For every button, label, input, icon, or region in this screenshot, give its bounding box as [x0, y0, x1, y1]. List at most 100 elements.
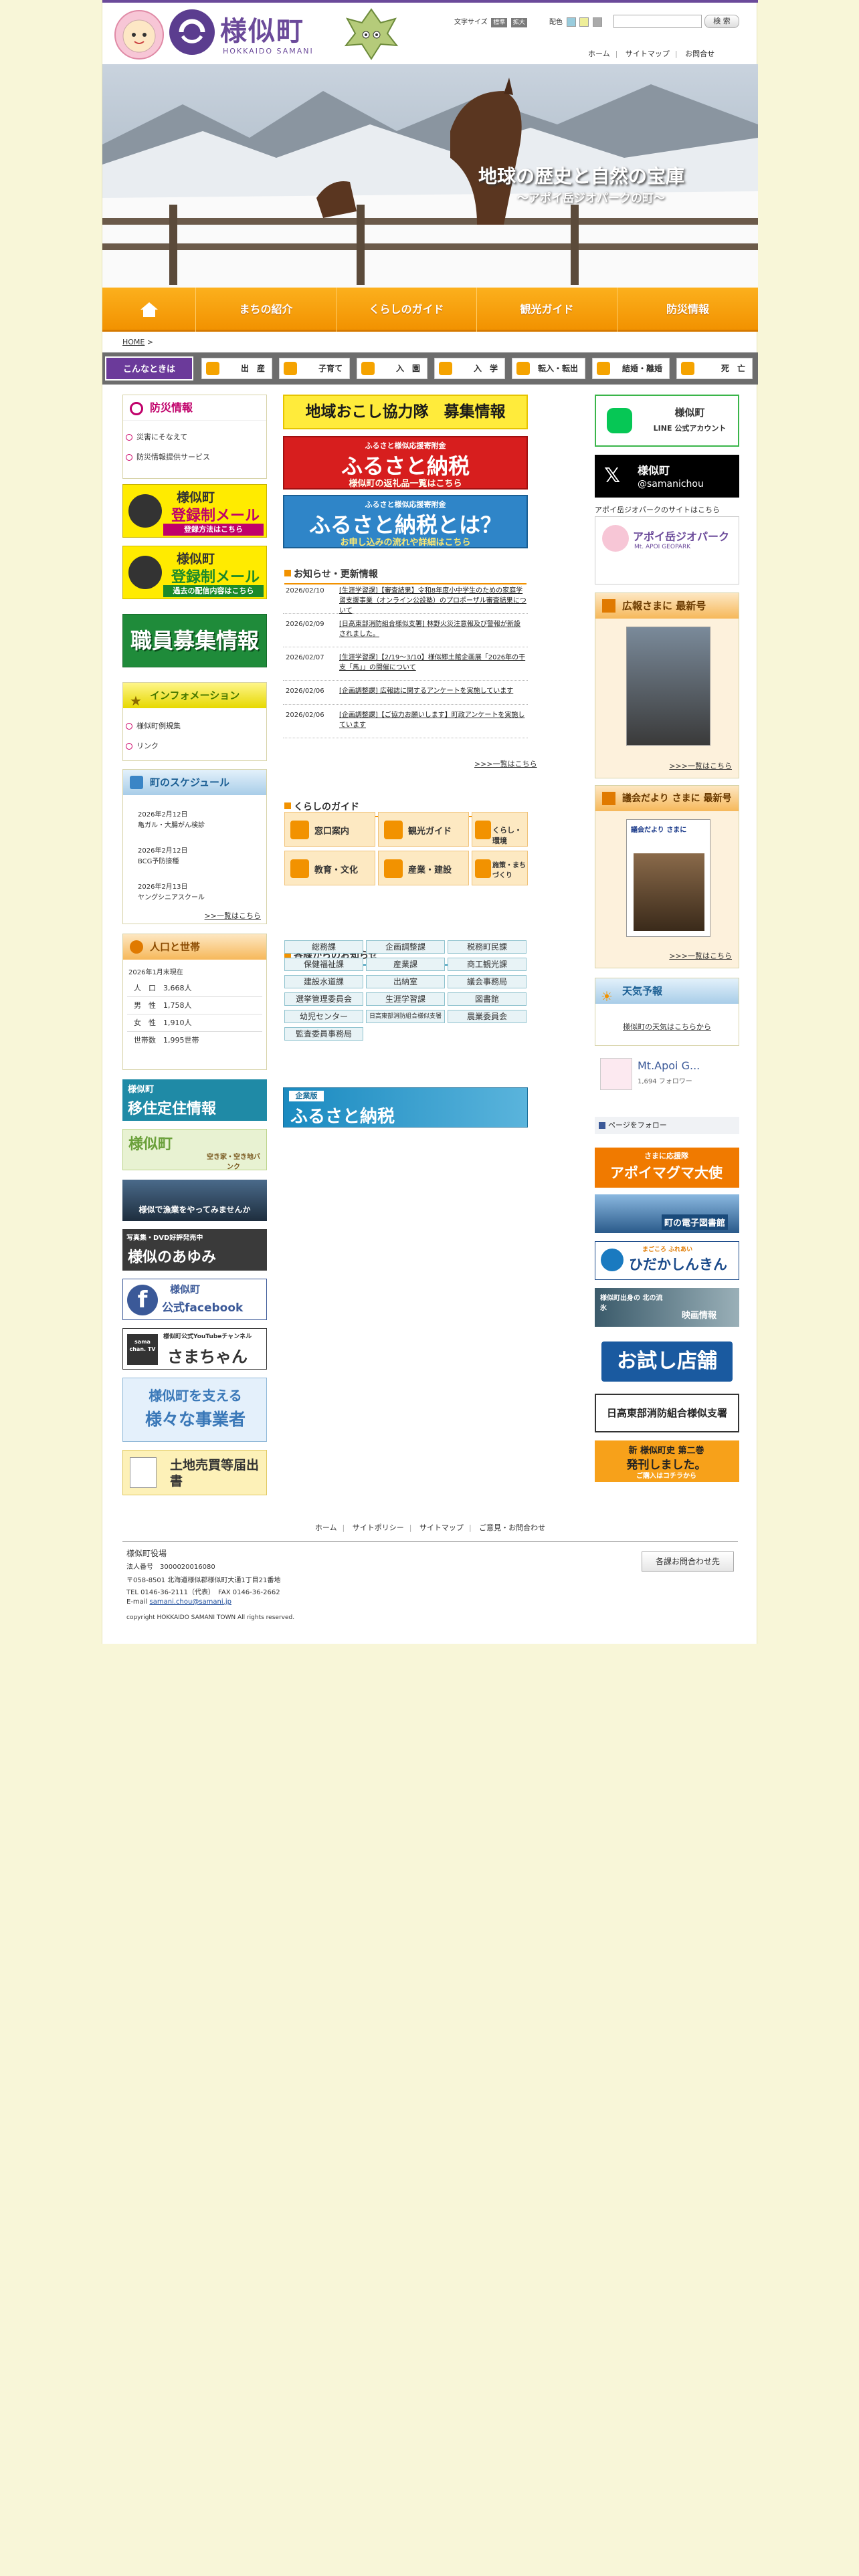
shinkin-banner[interactable]: まごころ ふれあい ひだかしんきん [595, 1241, 739, 1280]
bousai-link-prepare[interactable]: 災害にそなえて [123, 431, 266, 442]
dept-link[interactable]: 総務課 [284, 940, 363, 954]
apoimagma-banner[interactable]: さまに応援隊 アポイマグマ大使 [595, 1148, 739, 1188]
koho-cover-image[interactable] [626, 627, 710, 746]
furusato-corporate-banner[interactable]: 企業版 ふるさと納税 [283, 1087, 528, 1128]
youtube-banner[interactable]: sama chan. TV 様似町公式YouTubeチャンネル さまちゃん [122, 1328, 267, 1370]
news-item-link[interactable]: [生涯学習課]【2/19〜3/10】様似郷土館企画展「2026年の干支「馬」」の… [339, 653, 527, 673]
news-item-link[interactable]: [生涯学習課]【審査結果】令和8年度小中学生のための家庭学習支援事業（オンライン… [339, 586, 527, 616]
kyoryoku-banner[interactable]: 地域おこし協力隊 募集情報 [283, 395, 528, 429]
footer-email-link[interactable]: samani.chou@samani.jp [150, 1598, 231, 1606]
bousai-link-service[interactable]: 防災情報提供サービス [123, 451, 266, 462]
font-size-standard-button[interactable]: 標準 [491, 18, 508, 27]
fishery-banner[interactable]: 様似で漁業をやってみませんか [122, 1180, 267, 1221]
dept-link[interactable]: 選挙管理委員会 [284, 992, 363, 1006]
footer-link-policy[interactable]: サイトポリシー [353, 1523, 404, 1532]
x-banner[interactable]: 𝕏 様似町 @samanichou [595, 455, 739, 498]
dept-link[interactable]: 税務町民課 [448, 940, 527, 954]
dept-link[interactable]: 企画調整課 [366, 940, 445, 954]
nav-home[interactable] [102, 288, 196, 332]
dept-link[interactable]: 日高東部消防組合様似支署 [366, 1010, 445, 1023]
color-blue-button[interactable] [566, 17, 576, 27]
footer-link-home[interactable]: ホーム [315, 1523, 337, 1532]
header-link-sitemap[interactable]: サイトマップ [626, 49, 670, 58]
weather-link[interactable]: 様似町の天気はこちらから [595, 1021, 739, 1032]
fb-page-name[interactable]: Mt.Apoi G... [638, 1059, 700, 1072]
life-marriage-button[interactable]: 結婚・離婚 [592, 358, 670, 379]
mail-register-banner[interactable]: 様似町 登録制メール 登録方法はこちら [122, 484, 267, 538]
life-birth-button[interactable]: 出 産 [201, 358, 272, 379]
dept-link[interactable]: 生涯学習課 [366, 992, 445, 1006]
header-link-contact[interactable]: お問合せ [685, 49, 714, 58]
dept-link[interactable]: 幼児センター [284, 1010, 363, 1023]
font-size-large-button[interactable]: 拡大 [510, 18, 527, 27]
life-death-button[interactable]: 死 亡 [676, 358, 753, 379]
gikai-cover-image[interactable]: 議会だより さまに [626, 819, 710, 937]
contact-list-button[interactable]: 各課お問合わせ先 [642, 1551, 734, 1572]
dept-link[interactable]: 図書館 [448, 992, 527, 1006]
search-input[interactable] [613, 15, 702, 28]
schedule-more-link[interactable]: >>一覧はこちら [205, 910, 261, 921]
recruit-banner[interactable]: 職員募集情報 [122, 614, 267, 667]
news-item-link[interactable]: [企画調整課]【ご協力お願いします】町政アンケートを実施しています [339, 710, 527, 730]
header-link-home[interactable]: ホーム [588, 49, 610, 58]
life-moving-button[interactable]: 転入・転出 [512, 358, 585, 379]
mail-archive-banner[interactable]: 様似町 登録制メール 過去の配信内容はこちら [122, 546, 267, 599]
dept-link[interactable]: 保健福祉課 [284, 958, 363, 971]
life-kindergarten-button[interactable]: 入 園 [357, 358, 427, 379]
fb-page-avatar[interactable] [600, 1058, 632, 1090]
gikai-more-link[interactable]: >>>一覧はこちら [669, 950, 732, 961]
choshi-banner[interactable]: 新 様似町史 第二巻 発刊しました。 ご購入はコチラから [595, 1440, 739, 1482]
shobo-banner[interactable]: 日高東部消防組合様似支署 [595, 1394, 739, 1432]
footer-link-contact[interactable]: ご意見・お問合わせ [479, 1523, 545, 1532]
facebook-banner[interactable]: f 様似町 公式facebook [122, 1279, 267, 1320]
guide-counter[interactable]: 窓口案内 [284, 812, 375, 847]
land-banner[interactable]: 土地売買等届出書 [122, 1450, 267, 1495]
guide-policy[interactable]: 施策・まちづくり [472, 851, 528, 885]
breadcrumb-home[interactable]: HOME [122, 338, 145, 346]
schedule-item[interactable]: ヤングシニアスクール [138, 891, 205, 901]
color-yellow-button[interactable] [579, 17, 589, 27]
guide-education[interactable]: 教育・文化 [284, 851, 375, 885]
schedule-item[interactable]: 亀ガル・大腸がん検診 [138, 819, 205, 829]
town-name-logo[interactable]: 様似町 [220, 9, 304, 48]
news-item-link[interactable]: [企画調整課] 広報誌に関するアンケートを実施しています [339, 686, 527, 696]
guide-industry[interactable]: 産業・建設 [378, 851, 469, 885]
life-school-button[interactable]: 入 学 [434, 358, 505, 379]
koho-more-link[interactable]: >>>一覧はこちら [669, 760, 732, 771]
guide-tourism[interactable]: 観光ガイド [378, 812, 469, 847]
otameshi-banner[interactable]: お試し店舗 [595, 1335, 739, 1387]
dept-link[interactable]: 監査委員事務局 [284, 1027, 363, 1041]
movie-banner[interactable]: 様似町出身の 北の流氷 映画情報 [595, 1288, 739, 1327]
guide-living[interactable]: くらし・環境 [472, 812, 528, 847]
color-gray-button[interactable] [592, 17, 602, 27]
dept-link[interactable]: 議会事務局 [448, 975, 527, 988]
library-banner[interactable]: 町の電子図書館 [595, 1194, 739, 1233]
fb-follow-button[interactable]: ページをフォロー [595, 1117, 739, 1134]
dept-link[interactable]: 産業課 [366, 958, 445, 971]
business-banner[interactable]: 様似町を支える 様々な事業者 [122, 1378, 267, 1442]
furusato-about-banner[interactable]: ふるさと様似応援寄附金 ふるさと納税とは？ お申し込みの流れや詳細はこちら [283, 495, 528, 548]
akiya-banner[interactable]: 様似町 空き家・空き地バンク [122, 1129, 267, 1171]
news-item-link[interactable]: [日高東部消防組合様似支署] 林野火災注意報及び警報が新設されました。 [339, 619, 527, 639]
apoi-geopark-banner[interactable]: アポイ岳ジオパーク Mt. APOI GEOPARK [595, 516, 739, 584]
info-box: ★ インフォメーション 様似町例規集 リンク [122, 682, 267, 761]
footer-link-sitemap[interactable]: サイトマップ [419, 1523, 464, 1532]
news-more-link[interactable]: >>>一覧はこちら [474, 758, 537, 769]
migrate-banner[interactable]: 様似町 移住定住情報 [122, 1079, 267, 1121]
schedule-item[interactable]: BCG予防接種 [138, 855, 179, 865]
dvd-banner[interactable]: 写真集・DVD好評発売中 様似のあゆみ [122, 1229, 267, 1271]
search-button[interactable]: 検 索 [704, 15, 739, 28]
nav-living-guide[interactable]: くらしのガイド [337, 288, 477, 332]
info-link-reiki[interactable]: 様似町例規集 [123, 720, 266, 731]
line-banner[interactable]: 様似町 LINE 公式アカウント [595, 395, 739, 447]
dept-link[interactable]: 農業委員会 [448, 1010, 527, 1023]
info-link-links[interactable]: リンク [123, 740, 266, 751]
dept-link[interactable]: 出納室 [366, 975, 445, 988]
nav-disaster-info[interactable]: 防災情報 [617, 288, 758, 332]
furusato-gift-banner[interactable]: ふるさと様似応援寄附金 ふるさと納税 様似町の返礼品一覧はこちら [283, 436, 528, 490]
dept-link[interactable]: 商工観光課 [448, 958, 527, 971]
dept-link[interactable]: 建設水道課 [284, 975, 363, 988]
life-childcare-button[interactable]: 子育て [279, 358, 350, 379]
nav-town-intro[interactable]: まちの紹介 [196, 288, 337, 332]
nav-tourism-guide[interactable]: 観光ガイド [477, 288, 617, 332]
